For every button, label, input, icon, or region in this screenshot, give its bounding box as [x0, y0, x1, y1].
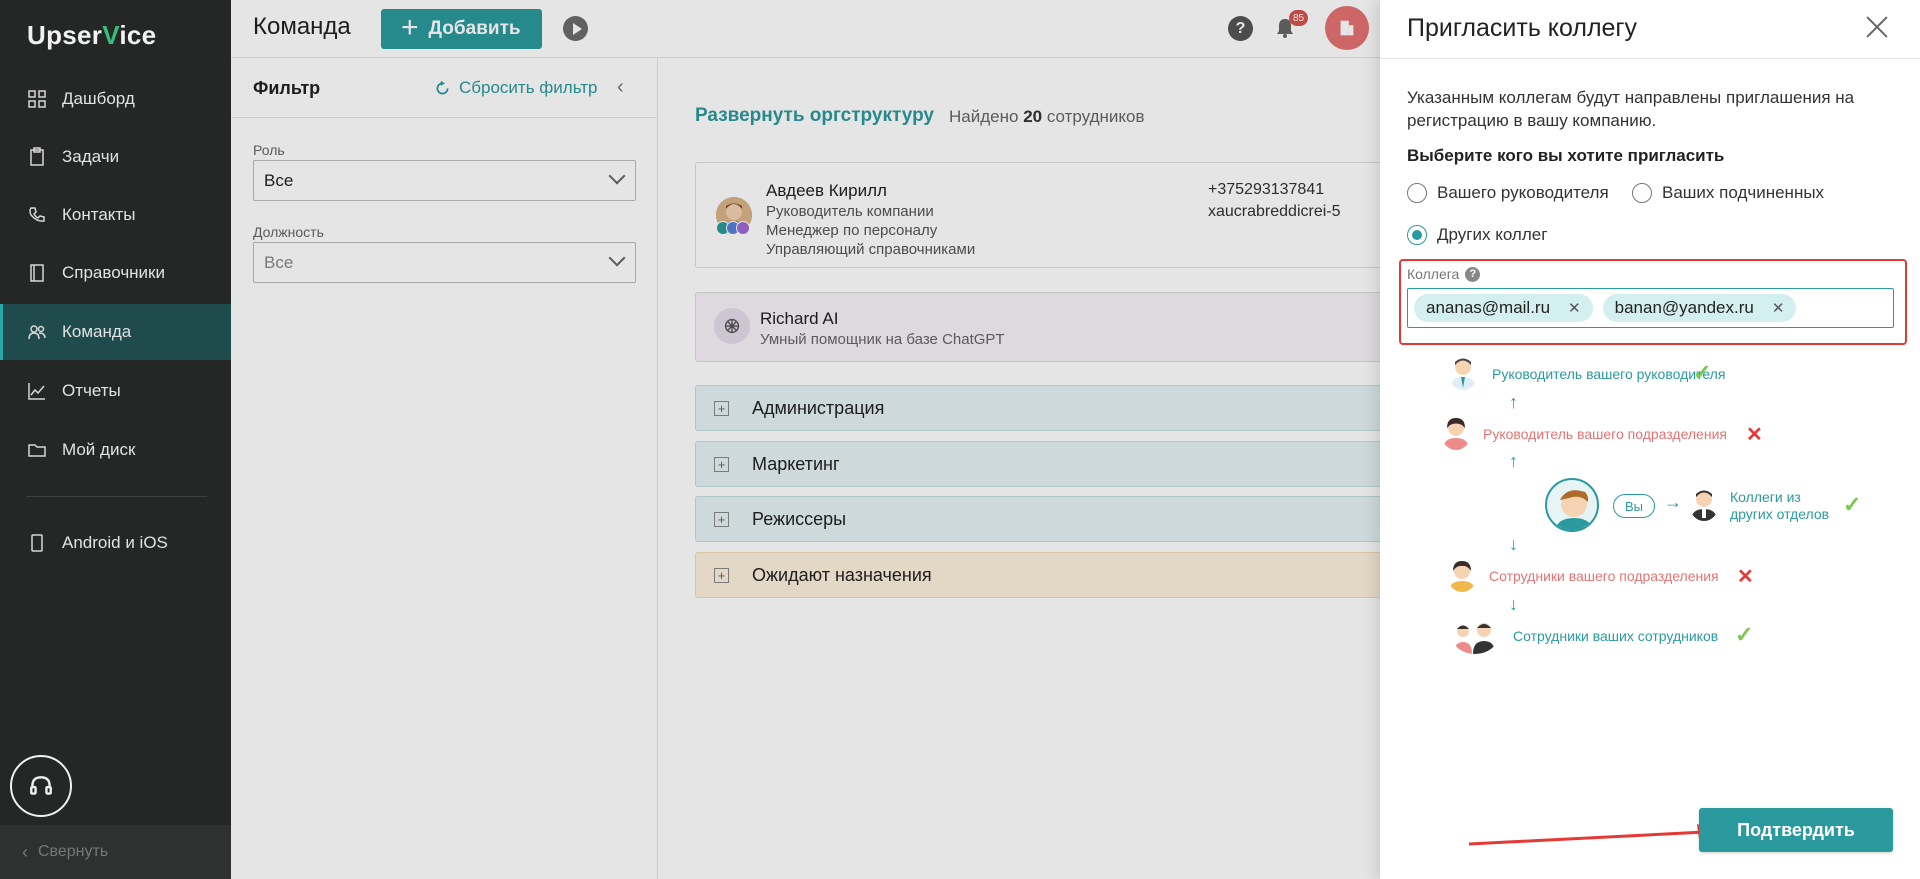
check-icon: ✓ — [1843, 492, 1862, 517]
chart-icon — [26, 380, 48, 402]
sidebar-item-label: Дашборд — [62, 89, 135, 108]
close-icon[interactable] — [1862, 12, 1892, 42]
panel-divider — [1380, 58, 1920, 59]
sidebar: UpserVice Дашборд Задачи Контакты Справо… — [0, 0, 231, 879]
sidebar-collapse-button[interactable]: ‹ Свернуть — [0, 825, 231, 879]
sidebar-item-my-drive[interactable]: Мой диск — [0, 422, 231, 478]
diagram-department-head: Руководитель вашего подразделения — [1483, 426, 1727, 442]
arrow-down-icon: ↓ — [1509, 534, 1518, 554]
collapse-label: Свернуть — [38, 843, 109, 860]
arrow-up-icon: ↑ — [1509, 451, 1518, 471]
diagram-other-departments: Коллеги из других отделов — [1730, 489, 1830, 522]
cross-icon: ✕ — [1737, 566, 1754, 588]
colleague-email-input[interactable]: ananas@mail.ru ✕ banan@yandex.ru ✕ — [1407, 288, 1894, 328]
colleague-label: Коллега? — [1407, 266, 1481, 282]
dashboard-icon — [26, 88, 48, 110]
you-label: Вы — [1613, 494, 1655, 518]
remove-tag-icon[interactable]: ✕ — [1568, 299, 1581, 317]
panel-title: Пригласить коллегу — [1407, 14, 1638, 42]
staff-of-staff-illustration — [1454, 623, 1495, 654]
department-head-illustration — [1443, 418, 1469, 450]
arrow-right-icon: → — [1664, 492, 1682, 512]
check-icon: ✓ — [1735, 622, 1754, 647]
diagram-boss-of-boss: Руководитель вашего руководителя — [1492, 366, 1726, 382]
cross-icon: ✕ — [1746, 424, 1763, 446]
sidebar-item-reports[interactable]: Отчеты — [0, 363, 231, 419]
email-tag: banan@yandex.ru ✕ — [1602, 294, 1797, 322]
diagram-department-staff: Сотрудники вашего подразделения — [1489, 568, 1719, 584]
modal-overlay[interactable] — [231, 0, 1380, 879]
sidebar-item-label: Контакты — [62, 205, 136, 224]
you-illustration — [1545, 478, 1599, 532]
team-icon — [26, 321, 48, 343]
department-staff-illustration — [1449, 561, 1475, 592]
choose-label: Выберите кого вы хотите пригласить — [1407, 146, 1725, 165]
sidebar-divider — [26, 496, 207, 497]
sidebar-item-label: Android и iOS — [62, 533, 168, 552]
chevron-left-icon: ‹ — [22, 841, 28, 862]
sidebar-item-directories[interactable]: Справочники — [0, 245, 231, 301]
phone-icon — [26, 532, 48, 554]
radio-your-manager[interactable]: Вашего руководителя — [1407, 183, 1609, 203]
headset-icon — [30, 776, 52, 795]
email-tag: ananas@mail.ru ✕ — [1414, 294, 1593, 322]
radio-circle — [1632, 183, 1652, 203]
help-icon[interactable]: ? — [1465, 266, 1481, 282]
folder-icon — [26, 439, 48, 461]
sidebar-item-label: Отчеты — [62, 381, 121, 400]
book-icon — [26, 262, 48, 284]
confirm-button[interactable]: Подтвердить — [1699, 808, 1893, 852]
radio-circle — [1407, 183, 1427, 203]
arrow-down-icon: ↓ — [1509, 594, 1518, 614]
remove-tag-icon[interactable]: ✕ — [1772, 299, 1785, 317]
radio-circle — [1407, 225, 1427, 245]
diagram-staff-of-staff: Сотрудники ваших сотрудников — [1513, 628, 1719, 644]
sidebar-item-dashboard[interactable]: Дашборд — [0, 71, 231, 127]
sidebar-item-contacts[interactable]: Контакты — [0, 187, 231, 243]
sidebar-item-mobile-apps[interactable]: Android и iOS — [0, 515, 231, 571]
invite-description: Указанным коллегам будут направлены приг… — [1407, 88, 1855, 130]
sidebar-item-tasks[interactable]: Задачи — [0, 129, 231, 185]
radio-other-colleagues[interactable]: Других коллег — [1407, 225, 1547, 245]
invite-colleague-panel: Пригласить коллегу Указанным коллегам бу… — [1380, 0, 1920, 879]
other-colleague-illustration — [1691, 490, 1717, 521]
support-button[interactable] — [10, 755, 72, 817]
sidebar-item-label: Задачи — [62, 147, 120, 166]
sidebar-item-team[interactable]: Команда — [0, 304, 231, 360]
sidebar-item-label: Мой диск — [62, 440, 136, 459]
radio-your-subordinates[interactable]: Ваших подчиненных — [1632, 183, 1824, 203]
pointer-arrow-annotation — [1468, 824, 1715, 846]
app-logo[interactable]: UpserVice — [27, 20, 156, 51]
sidebar-item-label: Справочники — [62, 263, 165, 282]
contacts-icon — [26, 204, 48, 226]
manager-manager-illustration — [1450, 358, 1476, 390]
check-icon: ✓ — [1693, 360, 1712, 385]
arrow-up-icon: ↑ — [1509, 392, 1518, 412]
sidebar-item-label: Команда — [62, 322, 132, 341]
tasks-icon — [26, 146, 48, 168]
